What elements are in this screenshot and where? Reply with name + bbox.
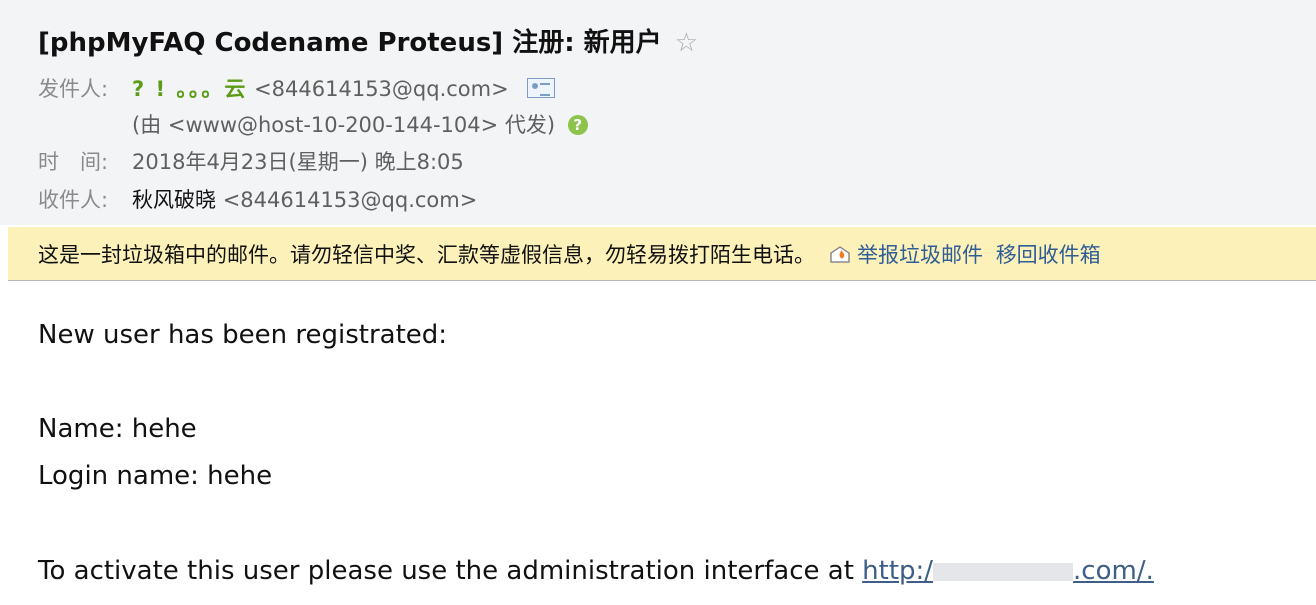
- to-label: 收件人:: [38, 188, 109, 212]
- time-value: 2018年4月23日(星期一) 晚上8:05: [132, 150, 464, 174]
- email-header: [phpMyFAQ Codename Proteus] 注册: 新用户 ☆ 发件…: [0, 0, 1316, 225]
- admin-url-link[interactable]: http:/ .com/.: [862, 556, 1154, 586]
- email-subject: [phpMyFAQ Codename Proteus] 注册: 新用户 ☆: [38, 22, 698, 59]
- on-behalf-row: (由 <www@host-10-200-144-104> 代发) ?: [132, 109, 588, 139]
- url-start: http:/: [862, 556, 934, 586]
- url-end: .com/.: [1073, 556, 1154, 586]
- recipient-address[interactable]: <844614153@qq.com>: [223, 188, 478, 212]
- sender-name[interactable]: ? ! 。。。云: [132, 77, 247, 101]
- vcard-icon[interactable]: [527, 78, 556, 98]
- time-label: 时 间:: [38, 150, 109, 174]
- spam-warning-bar: 这是一封垃圾箱中的邮件。请勿轻信中奖、汇款等虚假信息，勿轻易拨打陌生电话。 举报…: [8, 227, 1316, 281]
- star-icon[interactable]: ☆: [675, 28, 698, 58]
- body-line-registered: New user has been registrated:: [38, 320, 448, 350]
- from-label: 发件人:: [38, 77, 109, 101]
- activate-text: To activate this user please use the adm…: [38, 556, 863, 586]
- help-icon[interactable]: ?: [567, 115, 588, 135]
- from-row: 发件人: ? ! 。。。云 <844614153@qq.com>: [38, 73, 556, 103]
- time-row: 时 间: 2018年4月23日(星期一) 晚上8:05: [38, 146, 464, 176]
- flame-icon: [829, 244, 851, 264]
- subject-text: [phpMyFAQ Codename Proteus] 注册: 新用户: [38, 28, 662, 58]
- spam-warning-text: 这是一封垃圾箱中的邮件。请勿轻信中奖、汇款等虚假信息，勿轻易拨打陌生电话。: [38, 243, 815, 267]
- report-spam-link[interactable]: 举报垃圾邮件: [857, 243, 983, 267]
- move-to-inbox-link[interactable]: 移回收件箱: [996, 243, 1101, 267]
- sent-on-behalf-text: (由 <www@host-10-200-144-104> 代发): [132, 113, 556, 137]
- recipient-name[interactable]: 秋风破晓: [132, 188, 216, 212]
- body-line-activate: To activate this user please use the adm…: [38, 556, 1154, 586]
- body-line-name: Name: hehe: [38, 414, 197, 444]
- body-line-login: Login name: hehe: [38, 461, 273, 491]
- sender-address[interactable]: <844614153@qq.com>: [254, 77, 509, 101]
- to-row: 收件人: 秋风破晓 <844614153@qq.com>: [38, 184, 477, 214]
- redacted-url-part: [933, 563, 1074, 581]
